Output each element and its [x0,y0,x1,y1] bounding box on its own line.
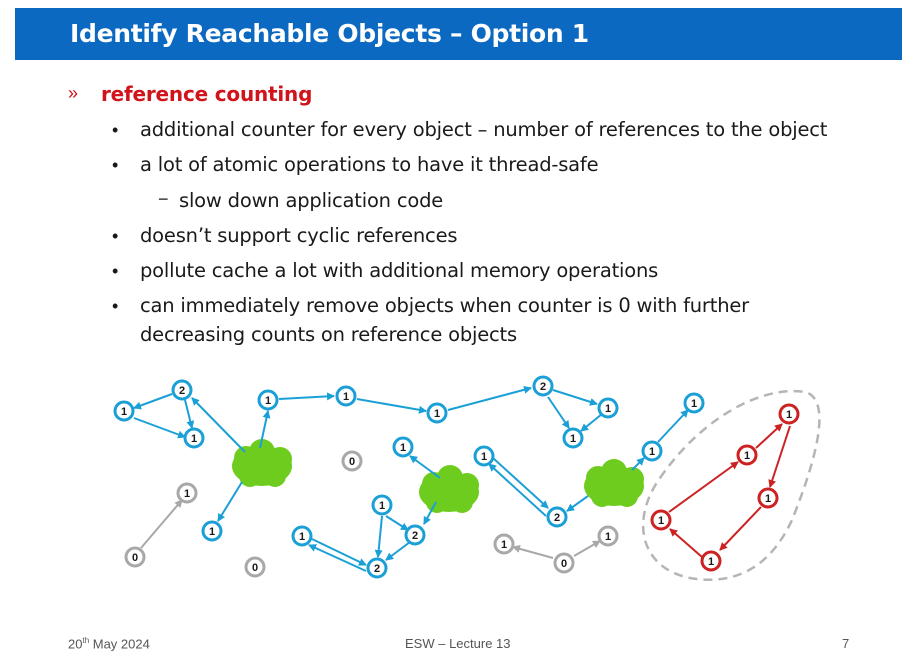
node-gray: 0 [341,450,363,472]
svg-text:1: 1 [744,450,750,462]
node-blue: 1 [683,392,705,414]
node-red: 1 [757,487,779,509]
node-blue: 1 [335,385,357,407]
node-gray: 0 [553,552,575,574]
svg-text:2: 2 [554,512,560,524]
node-blue: 2 [532,375,554,397]
svg-text:0: 0 [132,552,138,564]
node-blue: 1 [473,445,495,467]
svg-text:2: 2 [540,381,546,393]
node-blue: 1 [291,525,313,547]
node-red: 1 [778,403,800,425]
node-red: 1 [700,550,722,572]
svg-text:1: 1 [265,395,271,407]
node-blue: 1 [641,440,663,462]
svg-text:1: 1 [299,531,305,543]
node-blue: 1 [371,494,393,516]
svg-text:1: 1 [343,391,349,403]
node-red: 1 [650,509,672,531]
svg-text:1: 1 [765,493,771,505]
svg-text:0: 0 [561,558,567,570]
svg-text:1: 1 [501,539,507,551]
node-gray: 1 [597,525,619,547]
footer-date: 20th May 2024 [68,636,150,652]
svg-text:1: 1 [786,409,792,421]
footer-center: ESW – Lecture 13 [405,636,511,651]
node-gray: 1 [176,482,198,504]
svg-text:1: 1 [649,446,655,458]
svg-text:1: 1 [658,515,664,527]
svg-text:1: 1 [379,500,385,512]
svg-text:1: 1 [400,442,406,454]
node-blue: 2 [404,524,426,546]
node-blue: 1 [392,436,414,458]
svg-text:1: 1 [605,531,611,543]
svg-text:1: 1 [434,408,440,420]
node-blue: 2 [171,379,193,401]
svg-text:1: 1 [121,406,127,418]
node-blue: 2 [546,506,568,528]
footer-page-number: 7 [842,636,850,651]
svg-text:2: 2 [179,385,185,397]
svg-text:2: 2 [374,563,380,575]
node-gray: 0 [244,556,266,578]
node-blue: 1 [113,400,135,422]
svg-text:0: 0 [349,456,355,468]
reference-graph-diagram: 1 2 1 1 1 1 2 1 1 1 1 1 1 2 1 1 1 2 2 0 … [113,375,821,581]
node-gray: 1 [493,533,515,555]
svg-text:1: 1 [570,433,576,445]
svg-text:1: 1 [209,526,215,538]
node-blue: 1 [183,427,205,449]
svg-text:1: 1 [708,556,714,568]
svg-text:1: 1 [191,433,197,445]
svg-text:1: 1 [691,398,697,410]
svg-text:2: 2 [412,530,418,542]
node-red: 1 [736,444,758,466]
node-blue: 1 [562,427,584,449]
svg-text:1: 1 [481,451,487,463]
node-blue: 1 [201,520,223,542]
node-blue: 1 [426,402,448,424]
svg-text:1: 1 [605,403,611,415]
node-blue: 1 [257,389,279,411]
svg-text:0: 0 [252,562,258,574]
root-cloud-1 [232,439,292,487]
svg-text:1: 1 [184,488,190,500]
node-blue: 1 [597,397,619,419]
root-cloud-2 [419,465,479,513]
node-gray: 0 [124,546,146,568]
node-blue: 2 [366,557,388,579]
